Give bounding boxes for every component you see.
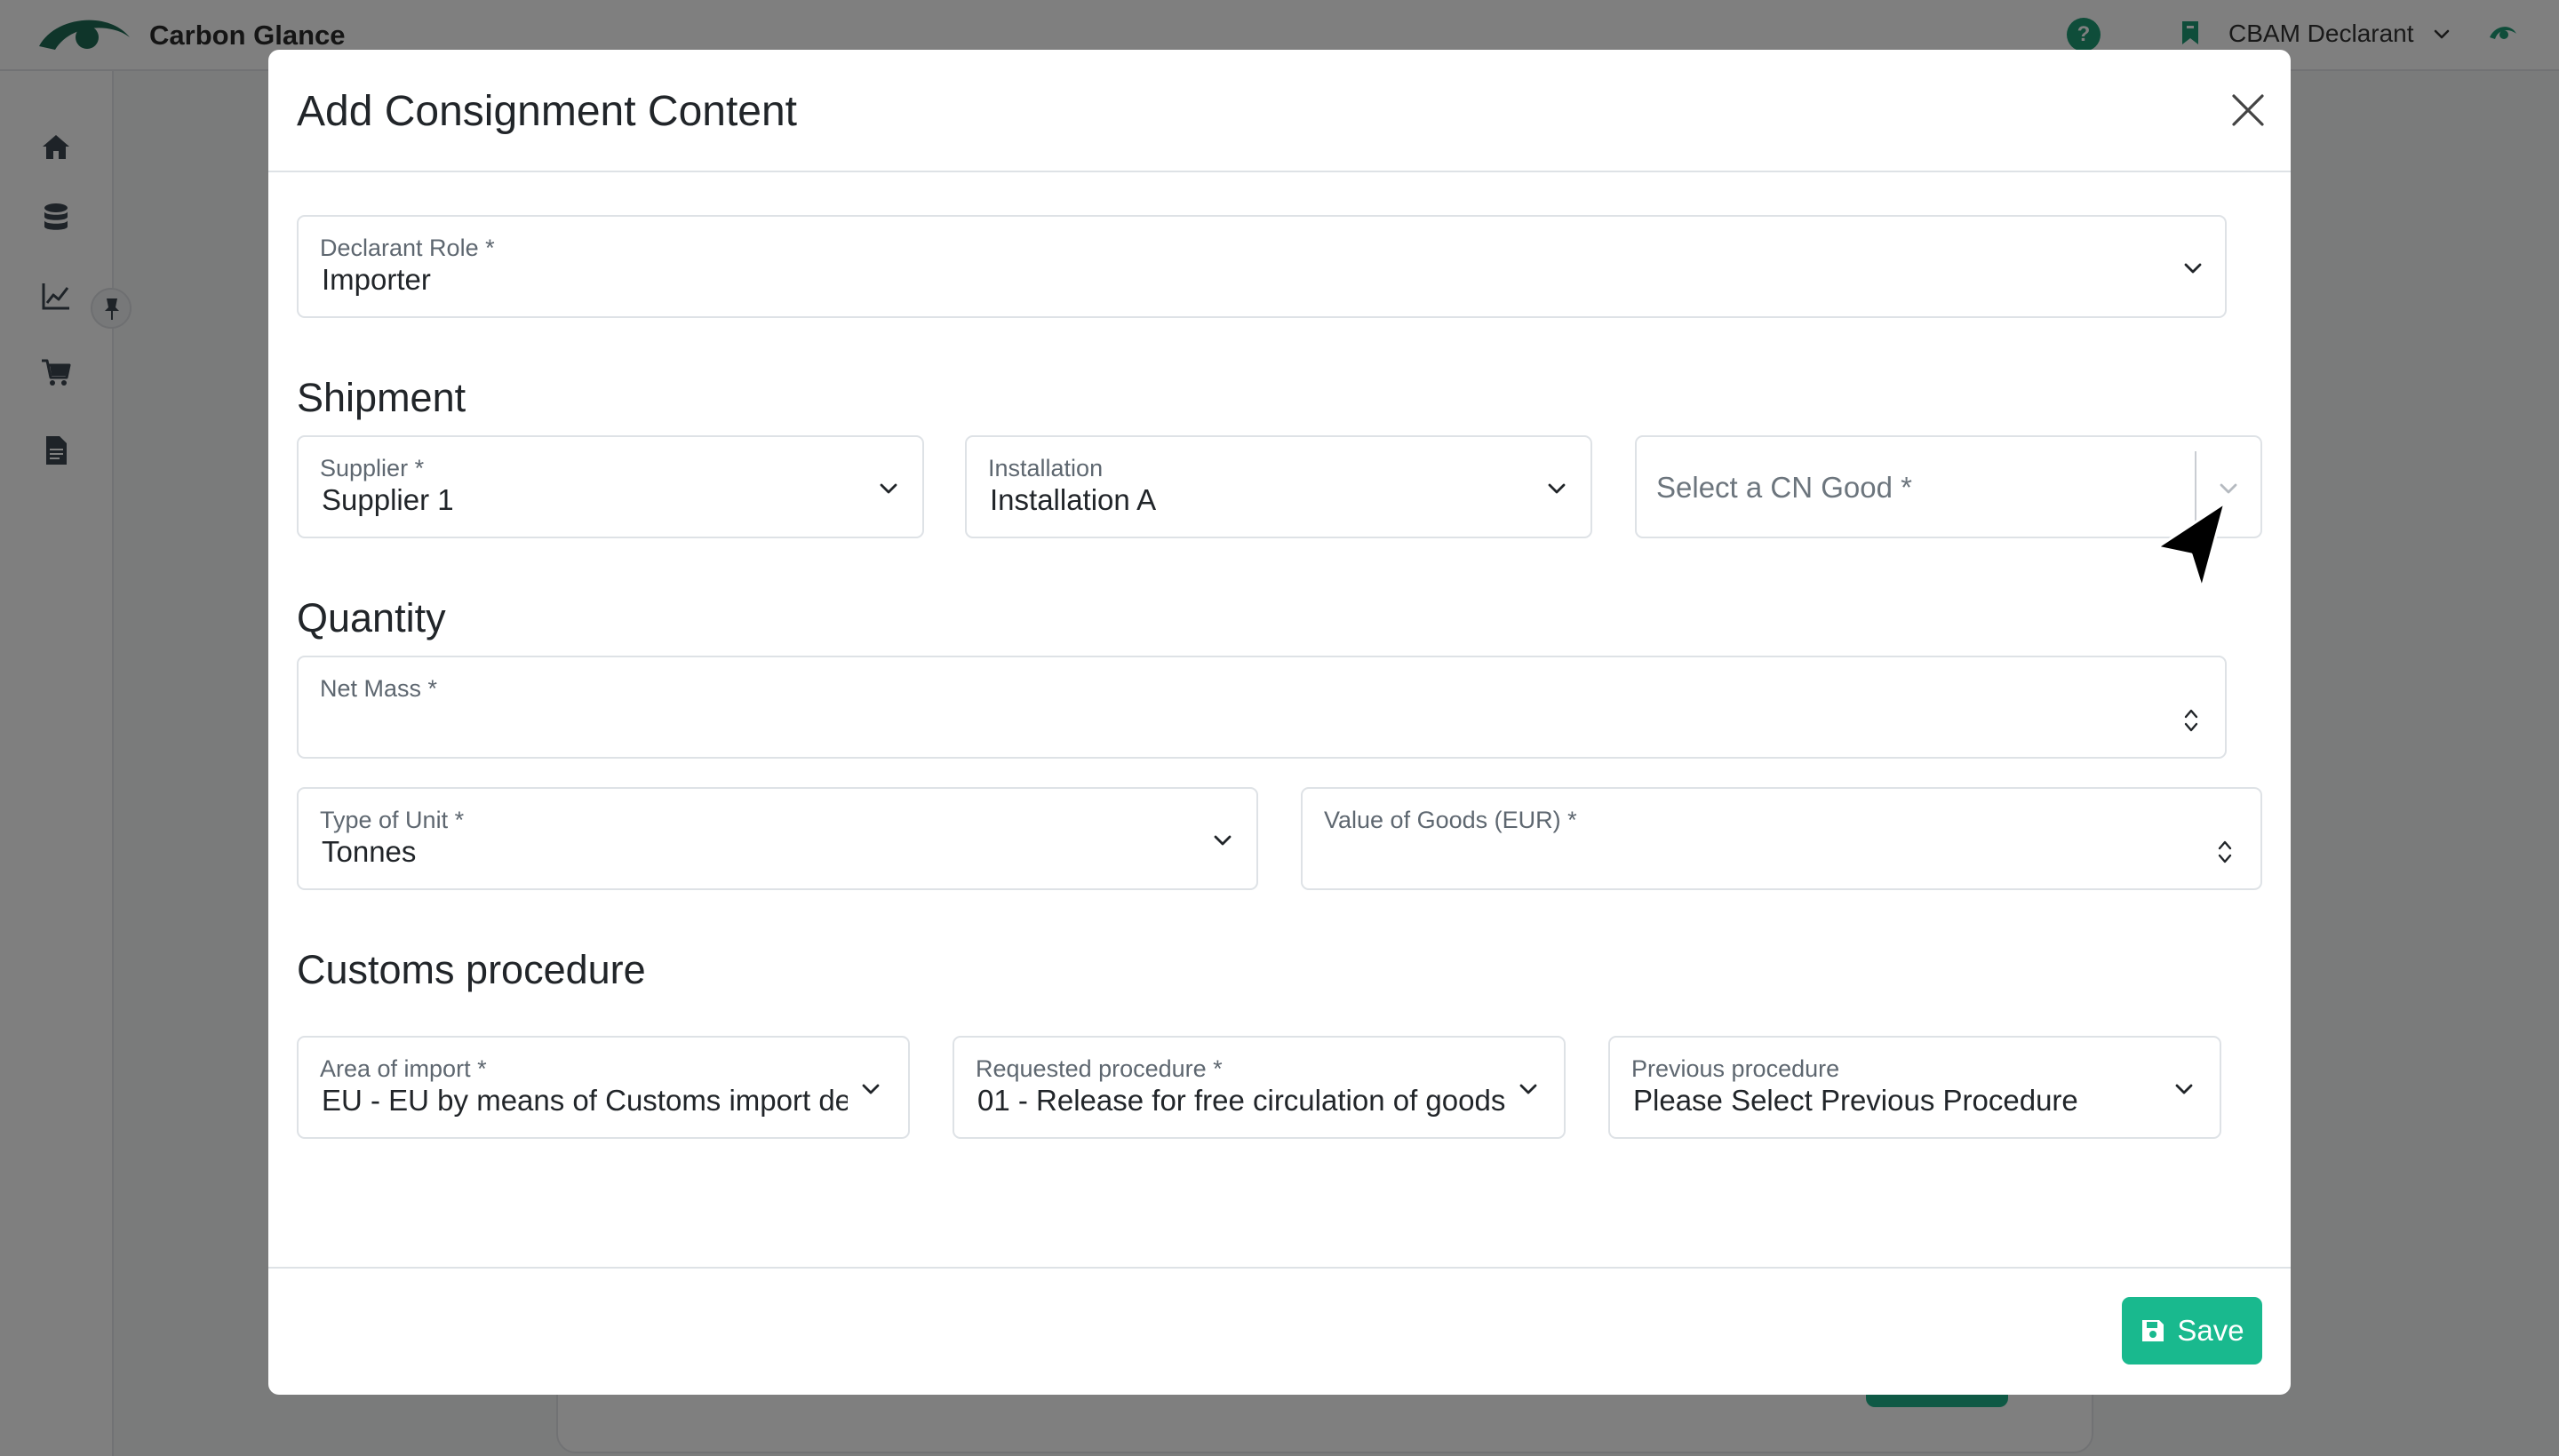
- save-label: Save: [2177, 1314, 2244, 1347]
- unit-type-value: Tonnes: [322, 835, 417, 868]
- declarant-role-select[interactable]: Declarant Role * Importer: [297, 215, 2227, 318]
- chevron-down-icon: [2175, 1084, 2193, 1094]
- unit-type-label: Type of Unit *: [320, 807, 465, 833]
- declarant-role-label: Declarant Role *: [320, 235, 495, 261]
- requested-procedure-select[interactable]: Requested procedure * 01 - Release for f…: [953, 1036, 1566, 1139]
- requested-procedure-value: 01 - Release for free circulation of goo…: [977, 1084, 1506, 1117]
- cursor-icon: [2156, 501, 2227, 590]
- net-mass-label: Net Mass *: [320, 675, 438, 702]
- installation-select[interactable]: Installation Installation A: [965, 435, 1592, 538]
- add-consignment-modal: Add Consignment Content Declarant Role *…: [268, 50, 2291, 1395]
- value-of-goods-input[interactable]: Value of Goods (EUR) *: [1301, 787, 2262, 890]
- chevron-down-icon: [1519, 1084, 1537, 1094]
- supplier-select[interactable]: Supplier * Supplier 1: [297, 435, 924, 538]
- area-of-import-label: Area of import *: [320, 1055, 487, 1082]
- cn-good-placeholder: Select a CN Good *: [1656, 471, 1912, 504]
- shipment-section-title: Shipment: [297, 375, 466, 420]
- installation-value: Installation A: [990, 483, 1157, 516]
- save-icon: [2142, 1320, 2164, 1341]
- previous-procedure-label: Previous procedure: [1631, 1055, 1840, 1082]
- chevron-down-icon: [862, 1084, 880, 1094]
- chevron-down-icon: [1214, 835, 1232, 846]
- supplier-label: Supplier *: [320, 455, 425, 481]
- chevron-down-icon: [880, 483, 897, 494]
- modal-footer: Save: [268, 1267, 2291, 1395]
- area-of-import-value: EU - EU by means of Customs import de: [322, 1084, 848, 1117]
- chevron-down-icon: [1548, 483, 1566, 494]
- net-mass-input[interactable]: Net Mass *: [297, 656, 2227, 759]
- requested-procedure-label: Requested procedure *: [976, 1055, 1223, 1082]
- value-of-goods-label: Value of Goods (EUR) *: [1324, 807, 1577, 833]
- spinner-icon[interactable]: [2214, 837, 2236, 867]
- previous-procedure-value: Please Select Previous Procedure: [1633, 1084, 2078, 1117]
- supplier-value: Supplier 1: [322, 483, 454, 516]
- chevron-down-icon: [2184, 263, 2202, 274]
- unit-type-select[interactable]: Type of Unit * Tonnes: [297, 787, 1258, 890]
- customs-section-title: Customs procedure: [297, 947, 646, 992]
- spinner-icon[interactable]: [2180, 705, 2202, 736]
- close-icon[interactable]: [2227, 89, 2269, 131]
- previous-procedure-select[interactable]: Previous procedure Please Select Previou…: [1608, 1036, 2221, 1139]
- declarant-role-value: Importer: [322, 263, 431, 296]
- save-button[interactable]: Save: [2122, 1297, 2262, 1365]
- modal-title: Add Consignment Content: [297, 88, 798, 135]
- area-of-import-select[interactable]: Area of import * EU - EU by means of Cus…: [297, 1036, 910, 1139]
- installation-label: Installation: [988, 455, 1104, 481]
- quantity-section-title: Quantity: [297, 595, 446, 640]
- modal-header: Add Consignment Content: [268, 50, 2291, 172]
